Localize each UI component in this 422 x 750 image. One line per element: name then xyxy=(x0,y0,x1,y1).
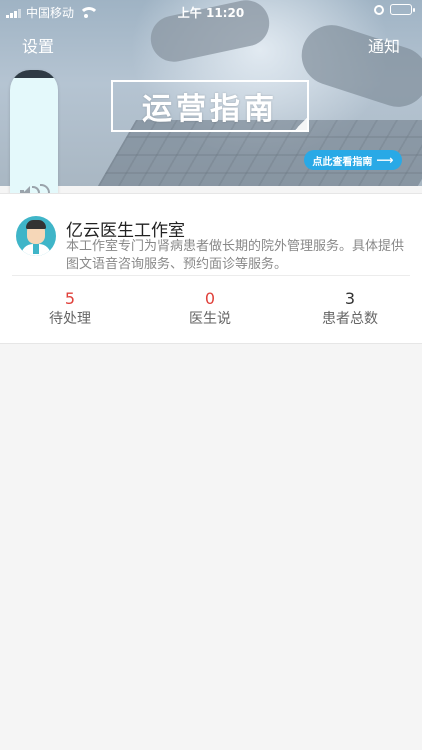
stat-label: 患者总数 xyxy=(322,311,378,327)
status-right xyxy=(374,4,415,15)
settings-button[interactable]: 设置 xyxy=(22,33,54,57)
stat-value: 0 xyxy=(204,289,216,308)
orientation-lock-icon xyxy=(374,4,384,15)
stat-label: 待处理 xyxy=(49,311,91,327)
stats-row: 5 待处理 0 医生说 3 患者总数 xyxy=(0,289,422,329)
studio-description: 本工作室专门为肾病患者做长期的院外管理服务。具体提供图文语音咨询服务、预约面诊等… xyxy=(66,239,405,272)
stat-doctor-says[interactable]: 0 医生说 xyxy=(140,289,280,329)
stat-value: 5 xyxy=(64,289,76,308)
status-bar: 中国移动 上午 11:20 xyxy=(0,0,422,22)
banner-title: 运营指南 xyxy=(111,80,309,132)
studio-card: 亿云医生工作室 本工作室专门为肾病患者做长期的院外管理服务。具体提供图文语音咨询… xyxy=(0,193,422,344)
screen: 中国移动 上午 11:20 设置 通知 运营指南 点此查看指南 ⟶ 亿云医生工作… xyxy=(0,0,422,750)
view-guide-label: 点此查看指南 xyxy=(312,156,373,168)
banner[interactable]: 中国移动 上午 11:20 设置 通知 运营指南 点此查看指南 ⟶ xyxy=(0,0,422,186)
doctor-avatar-icon xyxy=(16,216,56,256)
stat-value: 3 xyxy=(344,289,356,308)
divider xyxy=(12,275,410,276)
stat-label: 医生说 xyxy=(189,311,231,327)
arrow-right-icon: ⟶ xyxy=(376,153,394,167)
voice-panel-cap xyxy=(10,70,58,78)
view-guide-button[interactable]: 点此查看指南 ⟶ xyxy=(304,150,402,170)
stat-total-patients[interactable]: 3 患者总数 xyxy=(280,289,420,329)
notifications-button[interactable]: 通知 xyxy=(368,33,400,57)
battery-icon xyxy=(390,4,415,15)
stat-pending[interactable]: 5 待处理 xyxy=(0,289,140,329)
clock: 上午 11:20 xyxy=(177,6,245,20)
